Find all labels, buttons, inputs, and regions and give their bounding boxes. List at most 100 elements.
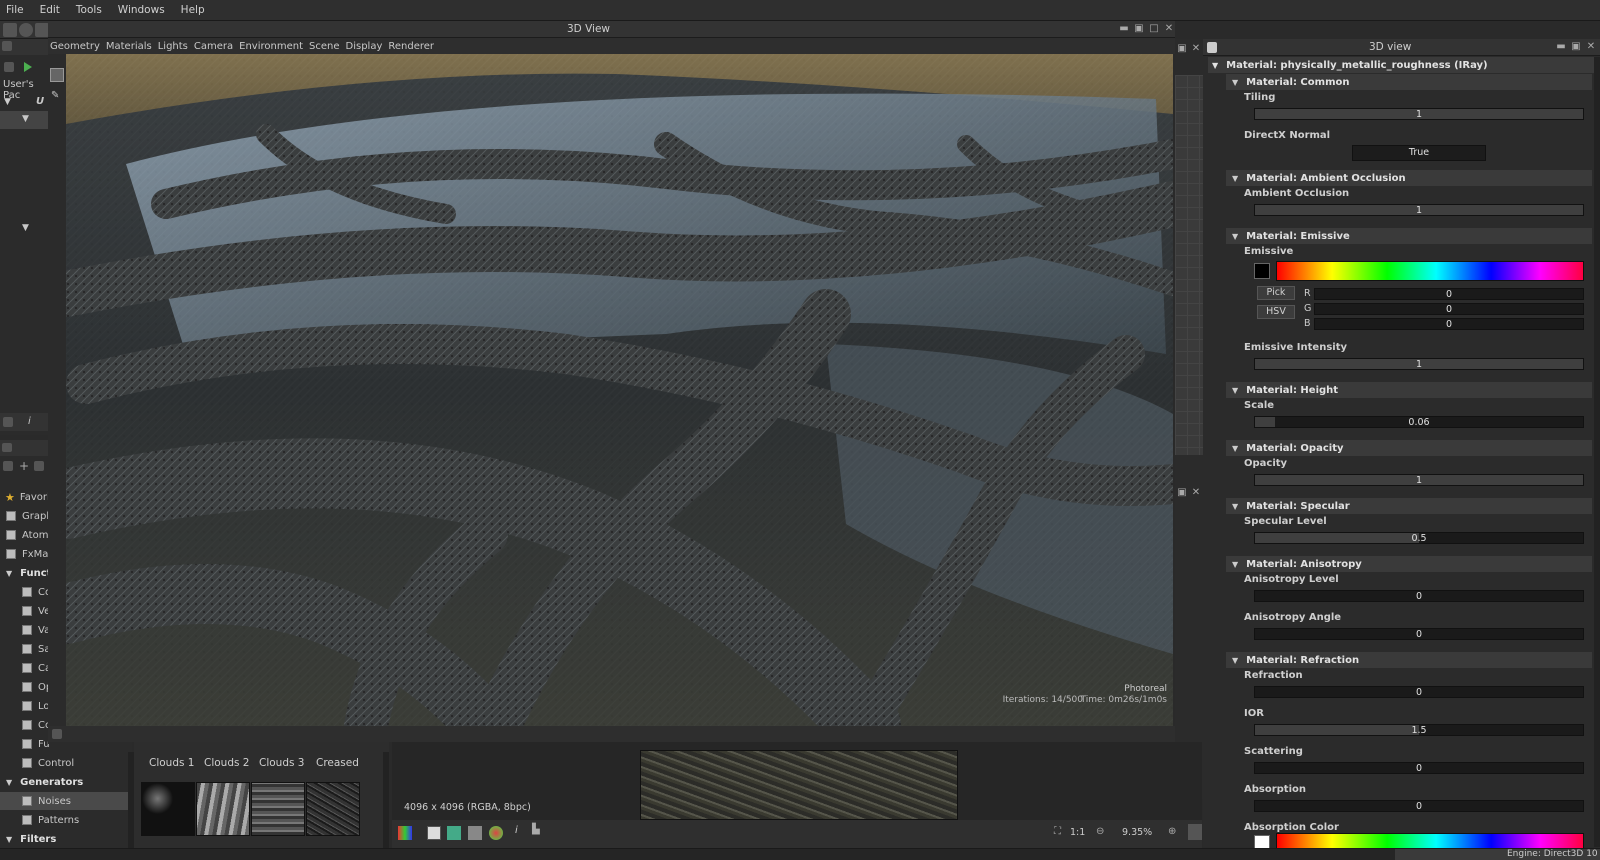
close-icon[interactable]: ✕: [1190, 43, 1202, 55]
float-icon[interactable]: ▣: [1133, 23, 1145, 35]
info-icon[interactable]: i: [28, 416, 31, 427]
layers-icon[interactable]: [3, 461, 13, 471]
thumbnail-clouds-2[interactable]: [196, 782, 250, 836]
param-slider[interactable]: 1: [1254, 358, 1584, 370]
graph-canvas[interactable]: [1175, 75, 1203, 455]
param-slider[interactable]: 0: [1254, 628, 1584, 640]
color-swatch[interactable]: [1254, 263, 1270, 279]
section-header[interactable]: ▼ Material: Ambient Occlusion: [1226, 170, 1592, 186]
library-tree-scrollbar[interactable]: [128, 752, 134, 848]
param-slider[interactable]: 1: [1254, 108, 1584, 120]
view3d-menu-display[interactable]: Display: [343, 41, 386, 52]
library-tab-clouds-3[interactable]: Clouds 3: [259, 757, 304, 769]
play-icon[interactable]: [24, 62, 32, 72]
thumbnail-clouds-1[interactable]: [141, 782, 195, 836]
info-icon[interactable]: i: [515, 825, 518, 836]
view3d-menu-scene[interactable]: Scene: [306, 41, 343, 52]
view3d-viewport[interactable]: Photoreal Iterations: 14/500 Time: 0m26s…: [66, 54, 1173, 726]
library-item[interactable]: Control: [0, 754, 128, 772]
thumbnail-clouds-3[interactable]: [251, 782, 305, 836]
menu-tools[interactable]: Tools: [68, 4, 110, 16]
view3d-menu-renderer[interactable]: Renderer: [385, 41, 437, 52]
view3d-menu-geometry[interactable]: Geometry: [48, 41, 103, 52]
param-slider[interactable]: 0: [1254, 590, 1584, 602]
globe-icon[interactable]: [19, 23, 33, 37]
channels-icon[interactable]: [398, 826, 412, 840]
view3d-menu-materials[interactable]: Materials: [103, 41, 155, 52]
section-header[interactable]: ▼ Material: Opacity: [1226, 440, 1592, 456]
section-header[interactable]: ▼ Material: Common: [1226, 74, 1592, 90]
close-icon[interactable]: ✕: [1163, 23, 1175, 35]
maximize-icon[interactable]: □: [1148, 23, 1160, 35]
view3d-menu-environment[interactable]: Environment: [236, 41, 306, 52]
properties-scrollbar[interactable]: [1594, 57, 1600, 847]
color-spectrum[interactable]: [1276, 261, 1584, 281]
param-slider[interactable]: 0.06: [1254, 416, 1584, 428]
brush-icon[interactable]: ✎: [51, 90, 59, 101]
view2d-canvas[interactable]: 4096 x 4096 (RGBA, 8bpc): [392, 742, 1202, 820]
param-slider[interactable]: 1.5: [1254, 724, 1584, 736]
zoom-in-icon[interactable]: ⊕: [1168, 826, 1176, 837]
channel-b-slider[interactable]: 0: [1314, 318, 1584, 330]
rgb-icon[interactable]: [447, 826, 461, 840]
directx-normal-toggle[interactable]: True: [1352, 145, 1486, 161]
histogram-icon[interactable]: ▙: [532, 824, 540, 835]
menu-file[interactable]: File: [0, 4, 32, 16]
material-header[interactable]: ▼ Material: physically_metallic_roughnes…: [1208, 57, 1594, 73]
menu-windows[interactable]: Windows: [110, 4, 173, 16]
tree-icon[interactable]: [3, 417, 13, 427]
section-header[interactable]: ▼ Material: Height: [1226, 382, 1592, 398]
channel-r-slider[interactable]: 0: [1314, 288, 1584, 300]
view3d-menu-camera[interactable]: Camera: [191, 41, 236, 52]
zoom-ratio[interactable]: 1:1: [1070, 827, 1085, 838]
section-header[interactable]: ▼ Material: Emissive: [1226, 228, 1592, 244]
channel-g-slider[interactable]: 0: [1314, 303, 1584, 315]
section-header[interactable]: ▼ Material: Specular: [1226, 498, 1592, 514]
float-icon[interactable]: ▣: [1176, 487, 1188, 499]
zoom-out-icon[interactable]: ⊖: [1096, 826, 1104, 837]
fit-icon[interactable]: ⛶: [1054, 826, 1061, 837]
tree-icon[interactable]: [52, 729, 62, 739]
alpha-icon[interactable]: [468, 826, 482, 840]
library-tab-creased[interactable]: Creased: [316, 757, 359, 769]
document-icon[interactable]: [34, 461, 44, 471]
checker-icon[interactable]: [427, 826, 441, 840]
pin-icon[interactable]: ▬: [1118, 23, 1130, 35]
add-icon[interactable]: +: [19, 459, 29, 473]
close-icon[interactable]: ✕: [1190, 487, 1202, 499]
chevron-down-icon[interactable]: ▼: [22, 223, 29, 233]
lock-icon[interactable]: [1188, 824, 1202, 840]
zoom-level[interactable]: 9.35%: [1122, 827, 1152, 838]
param-slider[interactable]: 0: [1254, 800, 1584, 812]
float-icon[interactable]: ▣: [1570, 41, 1582, 53]
param-slider[interactable]: 0: [1254, 762, 1584, 774]
sbs-icon[interactable]: [3, 23, 17, 37]
param-slider[interactable]: 1: [1254, 204, 1584, 216]
menu-help[interactable]: Help: [173, 4, 213, 16]
section-header[interactable]: ▼ Material: Refraction: [1226, 652, 1592, 668]
section-header[interactable]: ▼ Material: Anisotropy: [1226, 556, 1592, 572]
hsv-button[interactable]: HSV: [1257, 305, 1295, 319]
library-tab-clouds-1[interactable]: Clouds 1: [149, 757, 194, 769]
param-slider[interactable]: 0: [1254, 686, 1584, 698]
save-icon[interactable]: [4, 62, 14, 72]
library-scrollbar[interactable]: [383, 752, 389, 848]
menu-edit[interactable]: Edit: [32, 4, 68, 16]
cube-icon[interactable]: [35, 23, 49, 37]
float-icon[interactable]: ▣: [1176, 43, 1188, 55]
view3d-menu-lights[interactable]: Lights: [155, 41, 191, 52]
library-item[interactable]: Noises: [0, 792, 128, 810]
library-item[interactable]: ▼ Filters: [0, 830, 128, 848]
param-slider[interactable]: 1: [1254, 474, 1584, 486]
library-tab-clouds-2[interactable]: Clouds 2: [204, 757, 249, 769]
color-icon[interactable]: [489, 826, 503, 840]
library-item[interactable]: ▼ Generators: [0, 773, 128, 791]
library-item[interactable]: Patterns: [0, 811, 128, 829]
chevron-down-icon[interactable]: ▼: [4, 97, 11, 107]
explorer-selected-row[interactable]: ▼: [0, 111, 48, 129]
pin-icon[interactable]: ▬: [1555, 41, 1567, 53]
param-slider[interactable]: 0.5: [1254, 532, 1584, 544]
close-icon[interactable]: ✕: [1585, 41, 1597, 53]
thumbnail-creased[interactable]: [306, 782, 360, 836]
rotate-tool-icon[interactable]: [50, 68, 64, 82]
